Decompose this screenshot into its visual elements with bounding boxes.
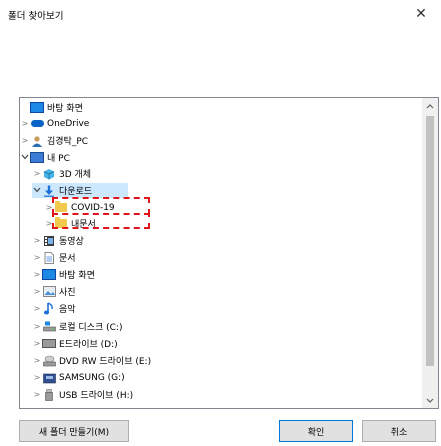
title-bar: 폴더 찾아보기 ✕ [0,0,441,28]
usb-drive-icon [42,388,56,401]
tree-item-label: DVD RW 드라이브 (E:) [59,357,152,367]
usb-drive-icon [42,372,56,384]
ok-button[interactable]: 확인 [279,420,353,442]
tree-item-label: SAMSUNG (G:) [59,372,125,383]
tree-item-samsung-g[interactable]: > SAMSUNG (G:) [32,370,432,385]
collapse-chevron-icon[interactable] [32,186,42,195]
tree-item-label: 사진 [59,288,76,298]
close-icon: ✕ [415,6,427,22]
tree-item-label: 동영상 [59,237,84,247]
new-folder-button[interactable]: 새 폴더 만들기(M) [19,420,129,442]
scroll-up-arrow-icon[interactable] [422,98,438,114]
music-icon [42,302,56,315]
scrollbar-thumb[interactable] [426,116,434,366]
tree-item-label: 음악 [59,305,76,315]
tree-item-downloads[interactable]: 다운로드 [32,183,128,198]
this-pc-icon [30,152,44,164]
expand-chevron-icon[interactable]: > [32,236,42,245]
expand-chevron-icon[interactable]: > [32,356,42,365]
tree-item-label: 바탕 화면 [47,104,83,114]
desktop-icon [42,269,56,281]
tree-item-label: 김경탁_PC [47,137,89,147]
desktop-icon [30,102,44,114]
expand-chevron-icon[interactable]: > [32,322,42,331]
highlight-box-lower [52,211,150,229]
expand-chevron-icon[interactable]: > [20,136,30,145]
local-disk-icon [42,321,56,333]
tree-item-documents[interactable]: > 문서 [32,250,432,265]
tree-item-label: 다운로드 [59,187,93,197]
tree-item-usb-h[interactable]: > USB 드라이브 (H:) [32,387,432,402]
expand-chevron-icon[interactable]: > [32,169,42,178]
tree-item-desktop-root[interactable]: 바탕 화면 [20,100,420,115]
onedrive-cloud-icon [30,118,44,130]
tree-item-3d-objects[interactable]: > 3D 개체 [32,166,432,181]
tree-item-label: 3D 개체 [59,170,92,180]
expand-chevron-icon[interactable]: > [20,119,30,128]
collapse-chevron-icon[interactable] [20,153,30,162]
dvd-drive-icon [42,355,56,367]
tree-item-this-pc[interactable]: 내 PC [20,150,420,165]
scroll-down-arrow-icon[interactable] [422,392,438,408]
expand-chevron-icon[interactable]: > [32,270,42,279]
expand-chevron-icon[interactable]: > [32,373,42,382]
expand-chevron-icon[interactable]: > [32,304,42,313]
pictures-icon [42,286,56,298]
tree-item-drive-d[interactable]: > E드라이브 (D:) [32,336,432,351]
tree-item-local-disk-c[interactable]: > 로컬 디스크 (C:) [32,319,432,334]
vertical-scrollbar[interactable] [422,98,438,408]
videos-icon [42,235,56,247]
tree-item-label: 문서 [59,254,76,264]
expand-chevron-icon[interactable]: > [32,339,42,348]
drive-icon [42,338,56,350]
tree-item-onedrive[interactable]: > OneDrive [20,116,420,131]
folder-tree-content: 바탕 화면 > OneDrive > 김경탁_PC 내 PC > 3D 개체 다… [20,98,422,408]
tree-item-desktop[interactable]: > 바탕 화면 [32,267,432,282]
user-icon [30,135,44,147]
tree-item-videos[interactable]: > 동영상 [32,233,432,248]
tree-item-label: 바탕 화면 [59,271,95,281]
documents-icon [42,251,56,264]
tree-item-label: 내 PC [47,154,70,164]
tree-item-user[interactable]: > 김경탁_PC [20,133,420,148]
cancel-button[interactable]: 취소 [362,420,436,442]
tree-item-label: 로컬 디스크 (C:) [59,323,123,333]
folder-tree[interactable]: 바탕 화면 > OneDrive > 김경탁_PC 내 PC > 3D 개체 다… [19,97,439,409]
tree-item-label: E드라이브 (D:) [59,340,118,350]
dialog-title: 폴더 찾아보기 [8,11,64,22]
expand-chevron-icon[interactable]: > [32,287,42,296]
3d-objects-icon [42,168,56,180]
close-button[interactable]: ✕ [401,0,441,28]
expand-chevron-icon[interactable]: > [32,390,42,399]
tree-item-dvd-drive-e[interactable]: > DVD RW 드라이브 (E:) [32,353,432,368]
tree-item-pictures[interactable]: > 사진 [32,284,432,299]
tree-item-music[interactable]: > 음악 [32,301,432,316]
downloads-icon [42,185,56,197]
tree-item-label: OneDrive [47,118,90,129]
tree-item-label: USB 드라이브 (H:) [59,391,134,401]
expand-chevron-icon[interactable]: > [32,253,42,262]
